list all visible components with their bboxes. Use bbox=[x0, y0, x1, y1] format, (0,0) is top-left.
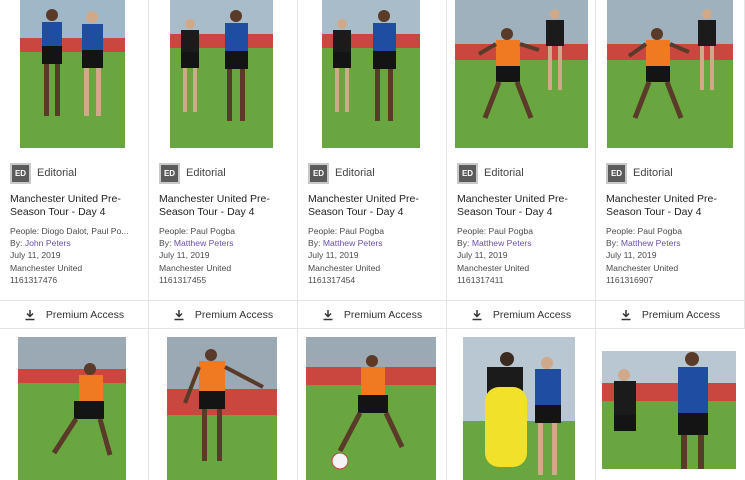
result-thumbnail[interactable] bbox=[455, 0, 588, 148]
result-people: People: Paul Pogba bbox=[606, 226, 682, 236]
result-meta: ED Editorial Manchester United Pre-Season… bbox=[159, 162, 293, 286]
result-people: People: Paul Pogba bbox=[159, 226, 235, 236]
download-icon bbox=[323, 309, 333, 320]
result-title[interactable]: Manchester United Pre-Season Tour - Day … bbox=[606, 193, 740, 219]
result-card[interactable]: ED Editorial Manchester United Pre-Season… bbox=[0, 0, 149, 328]
result-meta: ED Editorial Manchester United Pre-Season… bbox=[10, 162, 144, 286]
result-date: July 11, 2019 bbox=[308, 250, 359, 261]
download-label: Premium Access bbox=[45, 308, 125, 321]
result-card[interactable]: ED Editorial Manchester United Pre-Season… bbox=[447, 0, 596, 328]
editorial-label: Editorial bbox=[484, 167, 524, 179]
editorial-label: Editorial bbox=[186, 167, 226, 179]
author-link[interactable]: Matthew Peters bbox=[621, 238, 681, 248]
result-meta: ED Editorial Manchester United Pre-Season… bbox=[606, 162, 740, 286]
result-card[interactable] bbox=[0, 328, 149, 480]
editorial-badge: ED bbox=[308, 162, 329, 184]
by-prefix: By: bbox=[606, 238, 621, 249]
editorial-label: Editorial bbox=[335, 167, 375, 179]
download-button[interactable]: Premium Access bbox=[447, 300, 595, 328]
result-title[interactable]: Manchester United Pre-Season Tour - Day … bbox=[10, 193, 144, 219]
result-card[interactable] bbox=[447, 328, 596, 480]
result-id: 1161316907 bbox=[606, 274, 654, 285]
download-icon bbox=[25, 309, 35, 320]
result-collection: Manchester United bbox=[159, 262, 232, 273]
result-byline: By: Matthew Peters bbox=[159, 237, 293, 249]
result-title[interactable]: Manchester United Pre-Season Tour - Day … bbox=[308, 193, 442, 219]
result-byline: By: Matthew Peters bbox=[606, 237, 740, 249]
editorial-badge: ED bbox=[457, 162, 478, 184]
author-link[interactable]: Matthew Peters bbox=[472, 238, 532, 248]
download-button[interactable]: Premium Access bbox=[149, 300, 297, 328]
result-byline: By: Matthew Peters bbox=[308, 237, 442, 249]
result-thumbnail[interactable] bbox=[463, 337, 575, 480]
by-prefix: By: bbox=[10, 238, 25, 249]
result-date: July 11, 2019 bbox=[457, 250, 508, 261]
editorial-badge: ED bbox=[606, 162, 627, 184]
result-thumbnail[interactable] bbox=[306, 337, 436, 480]
editorial-label: Editorial bbox=[633, 167, 673, 179]
download-label: Premium Access bbox=[194, 308, 274, 321]
result-thumbnail[interactable] bbox=[322, 0, 420, 148]
result-collection: Manchester United bbox=[606, 262, 679, 273]
result-card[interactable] bbox=[596, 328, 745, 480]
result-thumbnail[interactable] bbox=[607, 0, 733, 148]
download-label: Premium Access bbox=[641, 308, 721, 321]
result-id: 1161317411 bbox=[457, 274, 504, 285]
result-meta: ED Editorial Manchester United Pre-Season… bbox=[457, 162, 591, 286]
author-link[interactable]: Matthew Peters bbox=[174, 238, 234, 248]
result-card[interactable]: ED Editorial Manchester United Pre-Season… bbox=[149, 0, 298, 328]
result-collection: Manchester United bbox=[10, 262, 83, 273]
search-results-grid: ED Editorial Manchester United Pre-Season… bbox=[0, 0, 745, 480]
download-label: Premium Access bbox=[343, 308, 423, 321]
result-title[interactable]: Manchester United Pre-Season Tour - Day … bbox=[159, 193, 293, 219]
result-title[interactable]: Manchester United Pre-Season Tour - Day … bbox=[457, 193, 591, 219]
editorial-badge: ED bbox=[10, 162, 31, 184]
result-card[interactable]: ED Editorial Manchester United Pre-Season… bbox=[298, 0, 447, 328]
download-label: Premium Access bbox=[492, 308, 572, 321]
by-prefix: By: bbox=[308, 238, 323, 249]
result-id: 1161317455 bbox=[159, 274, 207, 285]
result-people: People: Paul Pogba bbox=[308, 226, 384, 236]
download-button[interactable]: Premium Access bbox=[298, 300, 446, 328]
by-prefix: By: bbox=[457, 238, 472, 249]
download-button[interactable]: Premium Access bbox=[596, 300, 744, 328]
result-card[interactable] bbox=[149, 328, 298, 480]
result-thumbnail[interactable] bbox=[602, 351, 736, 469]
result-byline: By: Matthew Peters bbox=[457, 237, 591, 249]
result-id: 1161317476 bbox=[10, 274, 58, 285]
result-thumbnail[interactable] bbox=[170, 0, 273, 148]
download-icon bbox=[621, 309, 631, 320]
by-prefix: By: bbox=[159, 238, 174, 249]
result-id: 1161317454 bbox=[308, 274, 356, 285]
result-collection: Manchester United bbox=[308, 262, 381, 273]
result-card[interactable] bbox=[298, 328, 447, 480]
result-byline: By: John Peters bbox=[10, 237, 144, 249]
result-date: July 11, 2019 bbox=[159, 250, 210, 261]
download-icon bbox=[472, 309, 482, 320]
result-date: July 11, 2019 bbox=[606, 250, 657, 261]
author-link[interactable]: John Peters bbox=[25, 238, 71, 248]
result-people: People: Paul Pogba bbox=[457, 226, 533, 236]
result-card[interactable]: ED Editorial Manchester United Pre-Season… bbox=[596, 0, 745, 328]
editorial-label: Editorial bbox=[37, 167, 77, 179]
download-icon bbox=[174, 309, 184, 320]
result-thumbnail[interactable] bbox=[18, 337, 126, 480]
download-button[interactable]: Premium Access bbox=[0, 300, 148, 328]
result-collection: Manchester United bbox=[457, 262, 530, 273]
result-thumbnail[interactable] bbox=[20, 0, 125, 148]
result-meta: ED Editorial Manchester United Pre-Season… bbox=[308, 162, 442, 286]
result-date: July 11, 2019 bbox=[10, 250, 61, 261]
result-thumbnail[interactable] bbox=[167, 337, 277, 480]
editorial-badge: ED bbox=[159, 162, 180, 184]
result-people: People: Diogo Dalot, Paul Po... bbox=[10, 226, 129, 236]
author-link[interactable]: Matthew Peters bbox=[323, 238, 383, 248]
